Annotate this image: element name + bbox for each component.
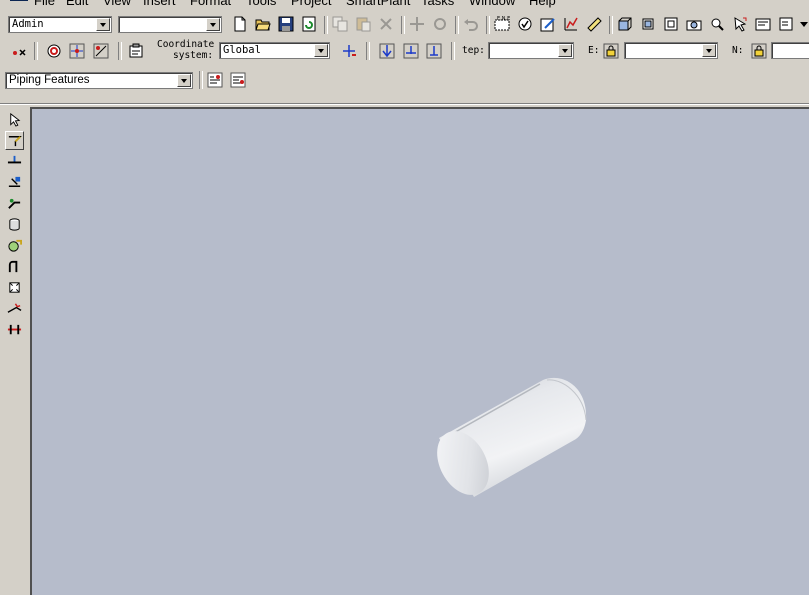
pin-axis-3-icon[interactable] xyxy=(425,42,443,60)
graphic-view[interactable] xyxy=(30,107,809,595)
rotate-icon[interactable] xyxy=(431,15,449,33)
insert-split-icon[interactable] xyxy=(5,152,24,171)
chevron-down-icon[interactable] xyxy=(206,18,220,31)
menu-project[interactable]: Project xyxy=(291,0,331,8)
view3-icon[interactable] xyxy=(662,15,680,33)
save-icon[interactable] xyxy=(277,15,295,33)
measure-icon[interactable]: E,N,E xyxy=(493,15,511,33)
n-coordinate-combo[interactable] xyxy=(771,42,809,59)
chevron-down-icon[interactable] xyxy=(702,44,716,57)
menu-tasks[interactable]: Tasks xyxy=(421,0,454,8)
filter-combo[interactable] xyxy=(118,16,222,33)
left-toolbar xyxy=(0,105,30,595)
toolbar-separator xyxy=(199,71,203,89)
toolbar-separator xyxy=(118,42,122,60)
lock-e-icon[interactable] xyxy=(602,42,620,60)
svg-text:E,N,E: E,N,E xyxy=(497,16,510,22)
menu-bar: File Edit View Insert Format Tools Proje… xyxy=(0,0,809,8)
properties-sheet-icon[interactable] xyxy=(127,42,145,60)
pipe-cylinder[interactable] xyxy=(32,109,809,595)
place-nozzle-icon[interactable] xyxy=(5,215,24,234)
toolbar-separator xyxy=(486,16,490,34)
view-icon[interactable] xyxy=(616,15,634,33)
menu-format[interactable]: Format xyxy=(190,0,231,8)
toolbar-separator xyxy=(455,16,459,34)
zoom-icon[interactable] xyxy=(708,15,726,33)
app-icon xyxy=(10,0,28,1)
feature-list-icon[interactable] xyxy=(206,71,224,89)
more-icon[interactable] xyxy=(777,15,795,33)
chart-icon[interactable] xyxy=(562,15,580,33)
coordinate-system-label-1: Coordinate xyxy=(157,39,215,50)
chevron-down-icon[interactable] xyxy=(558,44,572,57)
route-bend-icon[interactable] xyxy=(5,257,24,276)
feature-tree-icon[interactable] xyxy=(229,71,247,89)
chevron-down-icon[interactable] xyxy=(177,74,191,87)
place-turn-icon[interactable] xyxy=(5,194,24,213)
delete-icon[interactable] xyxy=(377,15,395,33)
select-icon[interactable] xyxy=(731,15,749,33)
e-label: E: xyxy=(588,45,600,56)
toolbar-separator xyxy=(609,16,613,34)
coordinate-system-combo[interactable]: Global xyxy=(219,42,330,59)
overflow-chevron-icon[interactable] xyxy=(800,22,808,27)
permission-group-value: Admin xyxy=(12,18,44,30)
toolbar-separator xyxy=(34,42,38,60)
pinpoint-icon[interactable] xyxy=(68,42,86,60)
place-component-icon[interactable] xyxy=(5,173,24,192)
n-label: N: xyxy=(732,45,744,56)
menu-window[interactable]: Window xyxy=(469,0,515,8)
properties-icon[interactable] xyxy=(754,15,772,33)
paste-icon[interactable] xyxy=(354,15,372,33)
coordinate-system-label-2: system: xyxy=(173,50,214,61)
menu-insert[interactable]: Insert xyxy=(143,0,176,8)
route-icon[interactable] xyxy=(5,131,24,150)
lock-n-icon[interactable] xyxy=(750,42,768,60)
menu-file[interactable]: File xyxy=(34,0,55,8)
toolbar-separator xyxy=(451,42,455,60)
ruler-icon[interactable] xyxy=(585,15,603,33)
permission-group-combo[interactable]: Admin xyxy=(8,16,112,33)
clear-selection-icon[interactable] xyxy=(10,42,28,60)
chevron-down-icon[interactable] xyxy=(314,44,328,57)
place-valve-icon[interactable] xyxy=(5,236,24,255)
feature-type-value: Piping Features xyxy=(9,74,90,86)
menu-smartplant[interactable]: SmartPlant xyxy=(346,0,410,8)
insert-flange-icon[interactable] xyxy=(5,320,24,339)
menu-help[interactable]: Help xyxy=(529,0,556,8)
edit-icon[interactable] xyxy=(539,15,557,33)
toolbar-separator xyxy=(366,42,370,60)
move-icon[interactable] xyxy=(408,15,426,33)
menu-tools[interactable]: Tools xyxy=(246,0,276,8)
snap-icon[interactable] xyxy=(92,42,110,60)
pin-axis-2-icon[interactable] xyxy=(402,42,420,60)
feature-type-combo[interactable]: Piping Features xyxy=(5,72,193,89)
new-icon[interactable] xyxy=(231,15,249,33)
workspace-divider-highlight xyxy=(0,104,809,105)
step-combo[interactable] xyxy=(488,42,574,59)
undo-icon[interactable] xyxy=(462,15,480,33)
place-part-icon[interactable] xyxy=(5,278,24,297)
toolbar-separator xyxy=(324,16,328,34)
e-coordinate-combo[interactable] xyxy=(624,42,718,59)
refresh-icon[interactable] xyxy=(300,15,318,33)
target-icon[interactable] xyxy=(45,42,63,60)
menu-edit[interactable]: Edit xyxy=(66,0,88,8)
menu-view[interactable]: View xyxy=(103,0,131,8)
step-label: tep: xyxy=(462,45,485,56)
toolbar-separator xyxy=(401,16,405,34)
chevron-down-icon[interactable] xyxy=(96,18,110,31)
check-icon[interactable] xyxy=(516,15,534,33)
copy-icon[interactable] xyxy=(331,15,349,33)
pin-axis-1-icon[interactable] xyxy=(378,42,396,60)
select-arrow-icon[interactable] xyxy=(5,110,24,129)
connect-icon[interactable] xyxy=(5,299,24,318)
view2-icon[interactable] xyxy=(639,15,657,33)
coordinate-axes-icon[interactable] xyxy=(340,42,358,60)
camera-icon[interactable] xyxy=(685,15,703,33)
coordinate-system-value: Global xyxy=(223,44,261,56)
open-icon[interactable] xyxy=(254,15,272,33)
